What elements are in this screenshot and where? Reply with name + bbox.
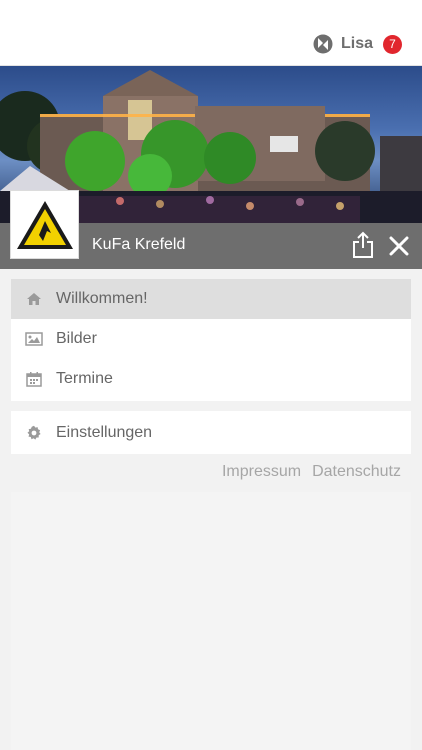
user-menu[interactable]: Lisa 7 bbox=[313, 32, 402, 56]
share-icon[interactable] bbox=[350, 231, 376, 259]
page-title: KuFa Krefeld bbox=[92, 236, 186, 253]
footer-links: Impressum Datenschutz bbox=[222, 463, 401, 481]
club-logo bbox=[10, 190, 79, 259]
menu-item-bilder[interactable]: Bilder bbox=[11, 319, 411, 359]
app-logo-icon bbox=[313, 34, 333, 54]
menu-item-label: Termine bbox=[56, 370, 113, 387]
calendar-icon bbox=[25, 371, 43, 387]
content-area bbox=[11, 492, 411, 750]
impressum-link[interactable]: Impressum bbox=[222, 463, 301, 481]
image-icon bbox=[25, 331, 43, 347]
menu-item-termine[interactable]: Termine bbox=[11, 359, 411, 399]
menu-item-einstellungen[interactable]: Einstellungen bbox=[11, 411, 411, 454]
datenschutz-link[interactable]: Datenschutz bbox=[312, 463, 401, 481]
user-name[interactable]: Lisa bbox=[341, 35, 373, 53]
top-bar: Lisa 7 bbox=[0, 0, 422, 66]
kufa-logo-icon bbox=[17, 201, 73, 249]
close-icon[interactable] bbox=[386, 233, 412, 259]
menu-item-label: Einstellungen bbox=[56, 423, 153, 441]
menu-item-label: Willkommen! bbox=[56, 290, 148, 307]
menu-item-willkommen[interactable]: Willkommen! bbox=[11, 279, 411, 319]
notification-badge[interactable]: 7 bbox=[383, 34, 402, 54]
home-icon bbox=[25, 291, 43, 307]
settings-menu: Einstellungen bbox=[11, 411, 411, 454]
menu-item-label: Bilder bbox=[56, 330, 97, 347]
main-menu: Willkommen! Bilder Termine bbox=[11, 279, 411, 401]
gear-icon bbox=[25, 425, 43, 441]
